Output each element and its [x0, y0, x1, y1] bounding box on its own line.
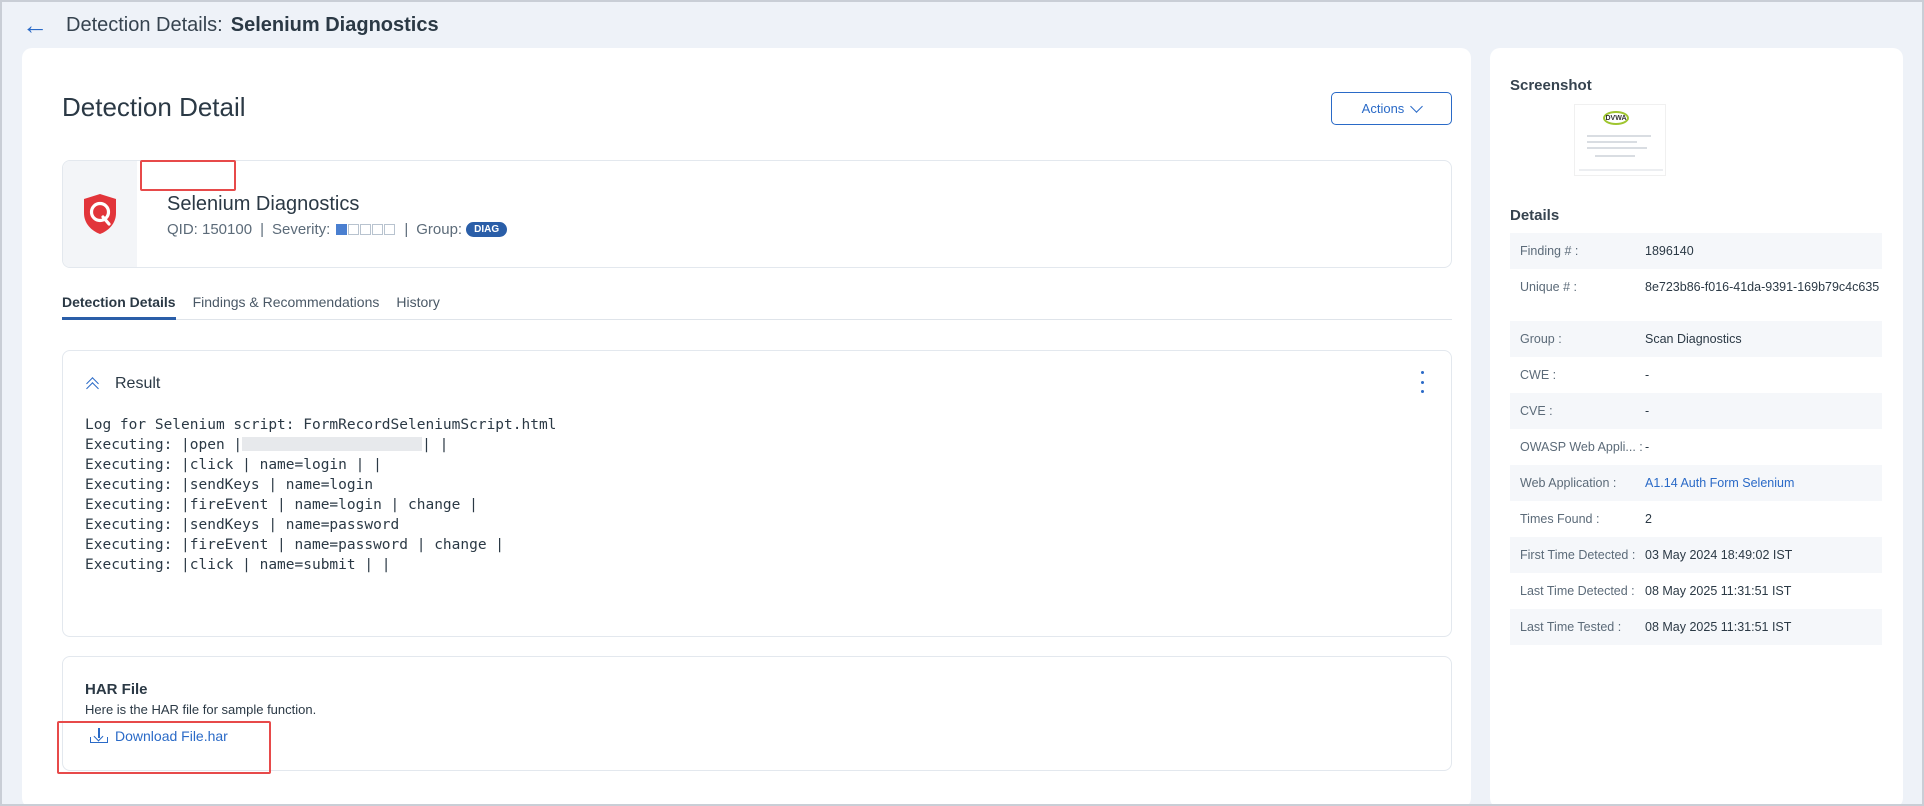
screenshot-heading: Screenshot — [1510, 77, 1592, 94]
detail-row: Times Found : 2 — [1510, 501, 1882, 537]
arrow-left-icon[interactable]: ← — [22, 12, 52, 38]
detail-value: 8e723b86-f016-41da-9391-169b79c4c635 — [1645, 280, 1880, 294]
details-heading: Details — [1510, 207, 1560, 224]
detail-value: 08 May 2025 11:31:51 IST — [1645, 620, 1792, 634]
main-card: Detection Detail Actions Selenium Diagno… — [22, 48, 1471, 806]
chevron-down-icon — [1410, 99, 1424, 113]
severity-indicator — [336, 224, 396, 235]
detail-label: First Time Detected : — [1520, 548, 1636, 562]
severity-square — [336, 224, 348, 235]
detail-row: Last Time Tested : 08 May 2025 11:31:51 I… — [1510, 609, 1882, 645]
log-line: Executing: |fireEvent | name=password | … — [85, 537, 505, 553]
page-title: Detection Detail — [62, 92, 246, 122]
page-header: ← Detection Details: Selenium Diagnostic… — [0, 0, 1924, 50]
log-line: Executing: |sendKeys | name=login — [85, 477, 374, 493]
har-title: HAR File — [85, 681, 148, 698]
detail-label: Finding # : — [1520, 244, 1579, 258]
detail-row: First Time Detected : 03 May 2024 18:49:0… — [1510, 537, 1882, 573]
log-line: Executing: |sendKeys | name=password — [85, 517, 400, 533]
detail-value: - — [1645, 404, 1650, 418]
meta-separator: | — [404, 221, 409, 238]
detail-label: Unique # : — [1520, 280, 1577, 294]
result-title: Result — [115, 375, 161, 392]
detail-value: 1896140 — [1645, 244, 1694, 258]
detail-label: Last Time Detected : — [1520, 584, 1635, 598]
detail-label: Times Found : — [1520, 512, 1600, 526]
details-table: Finding # : 1896140 Unique # : 8e723b86-f01… — [1510, 233, 1882, 645]
detail-value: 2 — [1645, 512, 1652, 526]
detail-label: Last Time Tested : — [1520, 620, 1622, 634]
detail-row: Web Application : A1.14 Auth Form Seleniu… — [1510, 465, 1882, 501]
detail-label: OWASP Web Appli... : — [1520, 440, 1643, 454]
qid-summary-card: Selenium Diagnostics QID: 150100 | Sever… — [62, 160, 1452, 268]
detail-value: 03 May 2024 18:49:02 IST — [1645, 548, 1793, 562]
tab-detection-details[interactable]: Detection Details — [62, 288, 176, 320]
kebab-menu-icon[interactable] — [1417, 371, 1427, 393]
tab-findings-recommendations[interactable]: Findings & Recommendations — [193, 288, 380, 320]
header-prefix: Detection Details: — [66, 13, 223, 36]
detail-value: 08 May 2025 11:31:51 IST — [1645, 584, 1792, 598]
severity-label: Severity: — [271, 221, 331, 238]
detail-tabs: Detection Details Findings & Recommendat… — [62, 288, 1452, 320]
chevrons-up-icon — [85, 376, 101, 395]
qualys-shield-icon — [84, 194, 116, 234]
result-log: Log for Selenium script: FormRecordSelen… — [85, 415, 556, 575]
har-description: Here is the HAR file for sample function… — [85, 702, 317, 717]
severity-square — [348, 224, 360, 235]
redacted-url — [242, 437, 423, 451]
detail-row: Group : Scan Diagnostics — [1510, 321, 1882, 357]
detail-row: OWASP Web Appli... :- — [1510, 429, 1882, 465]
meta-separator: | — [260, 221, 264, 238]
qid-number: QID: 150100 — [167, 221, 253, 238]
detection-name: Selenium Diagnostics — [167, 193, 360, 215]
qid-meta: QID: 150100 | Severity: | Group: DIAG — [167, 221, 508, 238]
thumbnail-logo: DVWA — [1603, 111, 1629, 125]
screenshot-thumbnail[interactable]: DVWA — [1574, 104, 1666, 176]
log-line: Executing: |open | | | — [85, 437, 449, 453]
header-detection-name: Selenium Diagnostics — [230, 13, 439, 36]
severity-square — [384, 224, 396, 235]
detail-row: CVE : - — [1510, 393, 1882, 429]
har-highlight-box — [57, 721, 271, 774]
detail-row: CWE : - — [1510, 357, 1882, 393]
side-panel: Screenshot DVWA Details Finding # : 18961… — [1490, 48, 1903, 806]
detail-label: Web Application : — [1520, 476, 1617, 490]
detail-row: Last Time Detected : 08 May 2025 11:31:51… — [1510, 573, 1882, 609]
detail-label: CVE : — [1520, 404, 1553, 418]
log-line: Executing: |fireEvent | name=login | cha… — [85, 497, 478, 513]
detail-row: Unique # : 8e723b86-f016-41da-9391-169b79… — [1510, 269, 1882, 321]
log-line: Log for Selenium script: FormRecordSelen… — [85, 417, 557, 433]
actions-button-label: Actions — [1361, 101, 1405, 116]
severity-square — [372, 224, 384, 235]
severity-square — [360, 224, 372, 235]
log-line: Executing: |click | name=login | | — [85, 457, 382, 473]
qid-highlight-box — [140, 160, 236, 191]
group-badge: DIAG — [466, 222, 508, 237]
detail-value[interactable]: A1.14 Auth Form Selenium — [1645, 471, 1882, 501]
group-label: Group: — [416, 221, 463, 238]
detail-row: Finding # : 1896140 — [1510, 233, 1882, 269]
detail-label: Group : — [1520, 332, 1562, 346]
log-line: Executing: |click | name=submit | | — [85, 557, 391, 573]
detail-value: - — [1645, 440, 1650, 454]
result-card: Result Log for Selenium script: FormReco… — [62, 350, 1452, 637]
tab-history[interactable]: History — [396, 288, 440, 320]
detail-value: - — [1645, 368, 1650, 382]
result-collapse-toggle[interactable]: Result — [85, 375, 161, 395]
detail-value: Scan Diagnostics — [1645, 332, 1742, 346]
detail-label: CWE : — [1520, 368, 1557, 382]
logo-box — [63, 161, 137, 267]
actions-button[interactable]: Actions — [1331, 92, 1452, 125]
